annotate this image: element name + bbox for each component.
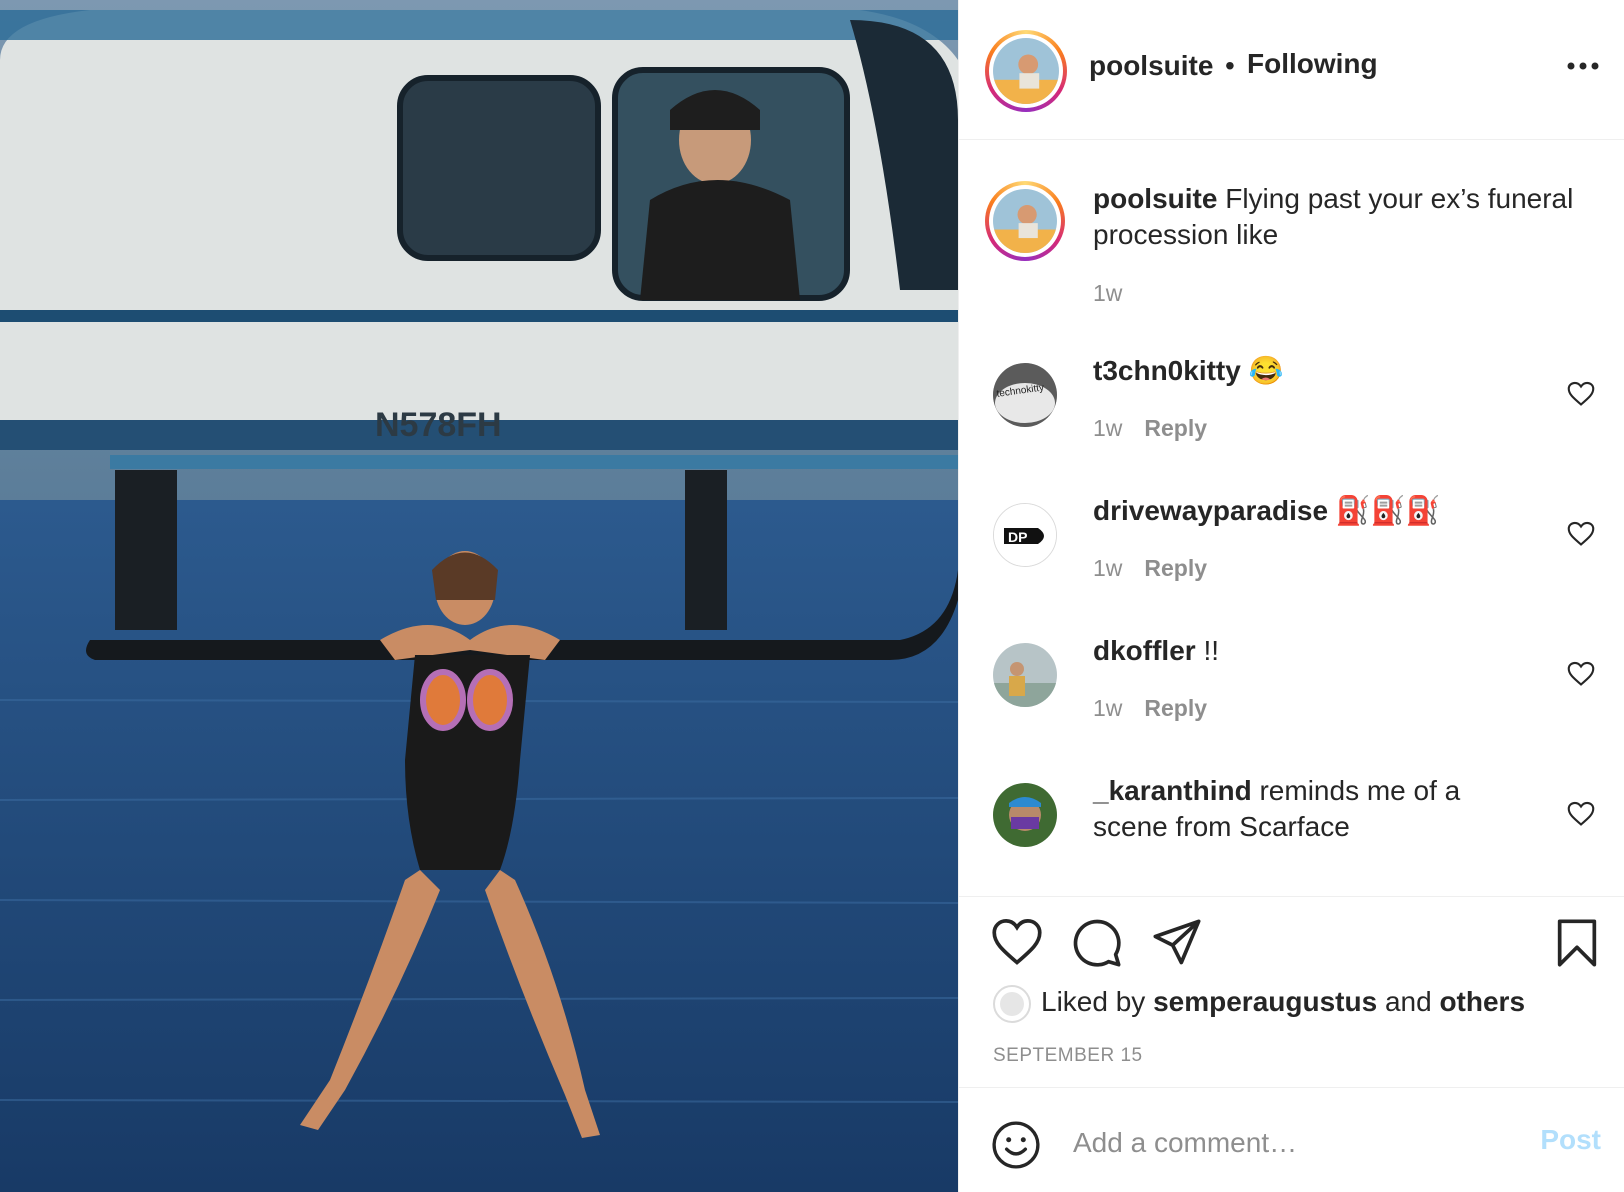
comment-like-heart-icon[interactable] [1567, 381, 1595, 407]
comment-avatar-_karanthind[interactable] [993, 783, 1057, 847]
comment-bubble-icon[interactable] [1071, 917, 1123, 969]
caption-username[interactable]: poolsuite [1093, 183, 1217, 214]
karanthind-avatar-image [993, 783, 1057, 847]
drivewayparadise-avatar-image: DP [994, 504, 1056, 566]
header-avatar[interactable] [985, 30, 1067, 112]
liked-by-others[interactable]: others [1439, 986, 1525, 1017]
reply-button[interactable]: Reply [1144, 695, 1207, 721]
comment-avatar-t3chn0kitty[interactable]: technokitty [993, 363, 1057, 427]
comment-body: ⛽⛽⛽ [1335, 495, 1441, 526]
caption-time[interactable]: 1w [1093, 280, 1122, 306]
comment-like-heart-icon[interactable] [1567, 661, 1595, 687]
comment-text: drivewayparadise ⛽⛽⛽ [1093, 493, 1533, 529]
drivewayparadise-avatar-label: DP [1008, 529, 1027, 545]
dkoffler-avatar-image [993, 643, 1057, 707]
comment-like-heart-icon[interactable] [1567, 521, 1595, 547]
comment-text: dkoffler !! [1093, 633, 1533, 669]
comment-username[interactable]: dkoffler [1093, 635, 1196, 666]
comment-username[interactable]: t3chn0kitty [1093, 355, 1241, 386]
reply-button[interactable]: Reply [1144, 415, 1207, 441]
post-comment-button[interactable]: Post [1540, 1124, 1601, 1156]
header-username[interactable]: poolsuite [1089, 50, 1213, 82]
comment-text: t3chn0kitty 😂 [1093, 353, 1533, 389]
post-detail-panel: poolsuite • Following poolsuite Flying p… [958, 0, 1624, 1192]
like-heart-icon[interactable] [991, 917, 1043, 969]
post-date[interactable]: SEPTEMBER 15 [993, 1045, 1143, 1067]
comment-meta: 1w Reply [1093, 415, 1207, 442]
comment-avatar-dkoffler[interactable] [993, 643, 1057, 707]
post-actions: Liked by semperaugustus and others SEPTE… [959, 896, 1624, 1086]
comment-avatar-drivewayparadise[interactable]: DP [993, 503, 1057, 567]
post-header: poolsuite • Following [959, 0, 1624, 140]
post-photo-illustration: N578FH [0, 0, 958, 1192]
save-bookmark-icon[interactable] [1551, 917, 1603, 969]
caption-avatar[interactable] [985, 181, 1065, 261]
liked-by-middle: and [1384, 986, 1432, 1017]
add-comment-bar: Post [959, 1087, 1624, 1192]
comment-time[interactable]: 1w [1093, 695, 1122, 721]
emoji-icon[interactable] [991, 1120, 1041, 1170]
caption-meta: 1w [1093, 280, 1122, 307]
following-button[interactable]: Following [1247, 48, 1378, 80]
comment-like-heart-icon[interactable] [1567, 801, 1595, 827]
post-image[interactable]: N578FH [0, 0, 958, 1192]
comment-body: !! [1203, 635, 1220, 666]
poolsuite-avatar-image [993, 189, 1057, 253]
comment-meta: 1w Reply [1093, 695, 1207, 722]
comment-username[interactable]: drivewayparadise [1093, 495, 1328, 526]
liker-avatar[interactable] [993, 985, 1031, 1023]
liked-by-user[interactable]: semperaugustus [1153, 986, 1377, 1017]
poolsuite-avatar-image [993, 38, 1059, 104]
helicopter-registration: N578FH [375, 406, 502, 444]
comment-meta: 1w Reply [1093, 555, 1207, 582]
comments-list[interactable]: poolsuite Flying past your ex’s funeral … [959, 141, 1624, 896]
liked-by-text: Liked by semperaugustus and others [1041, 986, 1525, 1018]
comment-time[interactable]: 1w [1093, 555, 1122, 581]
more-options-icon[interactable] [1563, 56, 1603, 76]
comment-body: 😂 [1248, 355, 1284, 386]
share-send-icon[interactable] [1151, 917, 1203, 969]
liked-by-prefix: Liked by [1041, 986, 1146, 1017]
reply-button[interactable]: Reply [1144, 555, 1207, 581]
comment-username[interactable]: _karanthind [1093, 775, 1252, 806]
technokitty-avatar-image: technokitty [993, 363, 1057, 427]
add-comment-input[interactable] [1073, 1118, 1503, 1168]
comment-time[interactable]: 1w [1093, 415, 1122, 441]
header-separator: • [1225, 50, 1235, 81]
caption-text: poolsuite Flying past your ex’s funeral … [1093, 181, 1593, 253]
comment-text: _karanthind reminds me of a scene from S… [1093, 773, 1533, 845]
